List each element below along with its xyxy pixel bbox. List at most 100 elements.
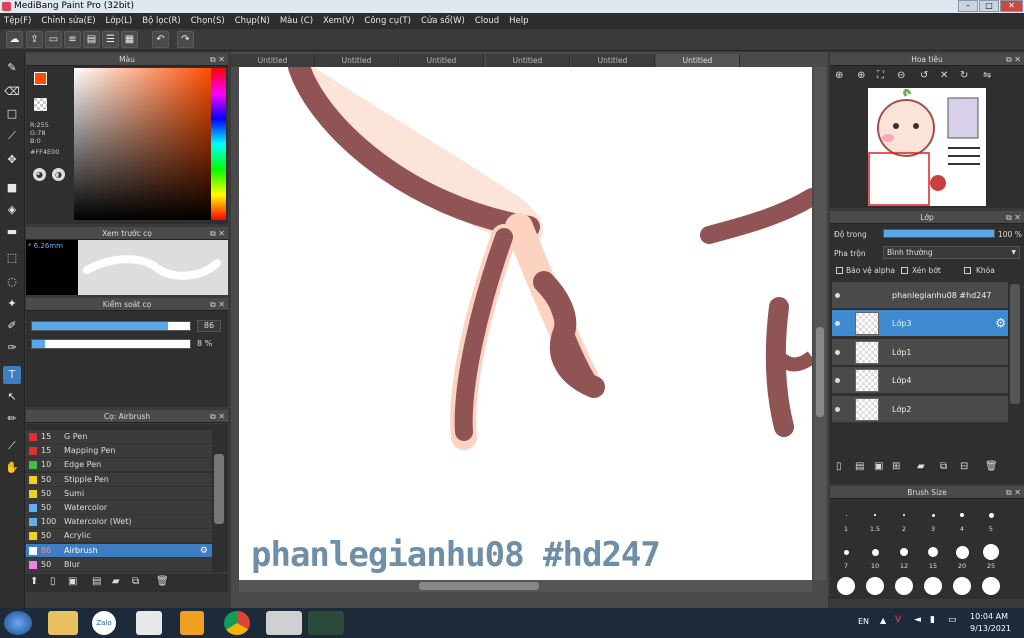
flip-icon[interactable]: ⇋ bbox=[983, 70, 991, 81]
visibility-icon[interactable] bbox=[835, 321, 840, 327]
menu-color[interactable]: Màu (C) bbox=[280, 16, 313, 26]
brush-list-item[interactable]: 50 Stipple Pen bbox=[26, 472, 212, 487]
gradient-tool-icon[interactable]: ▬ bbox=[3, 223, 21, 241]
layer-item[interactable]: Lớp1 bbox=[832, 338, 1008, 366]
cloud-icon[interactable]: ☁ bbox=[6, 31, 23, 48]
brush-size-slider[interactable] bbox=[31, 321, 191, 331]
copy-brush-icon[interactable]: ⧉ bbox=[132, 576, 139, 587]
brush-size-option[interactable]: 10 bbox=[861, 542, 889, 570]
divide-tool-icon[interactable]: ✏ bbox=[3, 410, 21, 428]
menu-cloud[interactable]: Cloud bbox=[475, 16, 499, 26]
redo-icon[interactable]: ↷ bbox=[177, 31, 194, 48]
panel-close-icon[interactable]: ⧉ ✕ bbox=[1006, 211, 1021, 224]
brush-size-option[interactable]: 7 bbox=[832, 542, 860, 570]
fill-rect-icon[interactable]: ■ bbox=[3, 179, 21, 197]
select-pen-icon[interactable]: ✐ bbox=[3, 317, 21, 335]
comment-icon[interactable]: ▭ bbox=[45, 31, 62, 48]
saturation-value-picker[interactable] bbox=[74, 68, 211, 220]
brush-list-item[interactable]: 50 Acrylic bbox=[26, 529, 212, 544]
brush-list-item[interactable]: 50 Blur bbox=[26, 557, 212, 572]
brush-size-dot[interactable] bbox=[982, 577, 1000, 595]
panel-close-icon[interactable]: ⧉ ✕ bbox=[210, 53, 225, 66]
hue-slider[interactable] bbox=[211, 68, 226, 220]
layer-item[interactable]: Lớp2 bbox=[832, 395, 1008, 423]
fit-screen-icon[interactable]: ⛶ bbox=[877, 70, 884, 81]
visibility-icon[interactable] bbox=[835, 406, 840, 412]
zoom-fit-in-icon[interactable]: ⊕ bbox=[857, 70, 865, 81]
list-icon[interactable]: ☰ bbox=[102, 31, 119, 48]
brush-size-dot[interactable] bbox=[953, 577, 971, 595]
document-tab[interactable]: Untitled bbox=[400, 54, 484, 67]
file-explorer-icon[interactable] bbox=[48, 611, 78, 635]
brush-size-option[interactable]: 1 bbox=[832, 505, 860, 533]
canvas-vertical-scrollbar[interactable] bbox=[814, 67, 826, 580]
layer-item[interactable]: Lớp4 bbox=[832, 367, 1008, 395]
visibility-icon[interactable] bbox=[835, 349, 840, 355]
brush-list-scrollbar[interactable] bbox=[214, 454, 224, 524]
eraser-tool-icon[interactable]: ⌫ bbox=[3, 83, 21, 101]
document-tab[interactable]: Untitled bbox=[571, 54, 655, 67]
brush-size-option[interactable]: 12 bbox=[890, 542, 918, 570]
zoom-out-icon[interactable]: ⊖ bbox=[897, 70, 905, 81]
notes-icon[interactable] bbox=[180, 611, 204, 635]
blend-mode-select[interactable]: Bình thường ▼ bbox=[883, 246, 1020, 259]
grid-icon[interactable]: ▦ bbox=[121, 31, 138, 48]
close-button[interactable]: ✕ bbox=[1000, 0, 1023, 12]
navigator-thumbnail[interactable] bbox=[868, 88, 986, 206]
minimize-button[interactable]: – bbox=[958, 0, 978, 12]
brush-list-item[interactable]: 15 G Pen bbox=[26, 430, 212, 444]
foreground-color-swatch[interactable] bbox=[34, 72, 47, 85]
brush-list-item[interactable]: 15 Mapping Pen bbox=[26, 444, 212, 459]
unikey-icon[interactable] bbox=[136, 611, 162, 635]
brush-list-item[interactable]: 100 Watercolor (Wet) bbox=[26, 515, 212, 530]
volume-icon[interactable]: ◄ bbox=[914, 615, 921, 625]
eyedropper-tool-icon[interactable]: ⟋ bbox=[3, 437, 21, 455]
menu-filter[interactable]: Bộ lọc(R) bbox=[142, 16, 181, 26]
medibang-task-icon[interactable] bbox=[266, 611, 302, 635]
panel-close-icon[interactable]: ⧉ ✕ bbox=[210, 227, 225, 240]
select-rect-icon[interactable]: ⬚ bbox=[3, 249, 21, 267]
brush-opacity-slider[interactable] bbox=[31, 339, 191, 349]
menu-snap[interactable]: Chụp(N) bbox=[235, 16, 270, 26]
lock-checkbox[interactable] bbox=[964, 267, 971, 274]
brush-size-option[interactable]: 15 bbox=[919, 542, 947, 570]
clock-time[interactable]: 10:04 AM bbox=[970, 612, 1008, 621]
rotate-left-icon[interactable]: ↺ bbox=[920, 70, 928, 81]
delete-layer-icon[interactable]: 🗑 bbox=[985, 461, 998, 472]
panel-close-icon[interactable]: ⧉ ✕ bbox=[210, 298, 225, 311]
duplicate-layer-icon[interactable]: ⧉ bbox=[940, 461, 947, 472]
note-icon[interactable]: ≡ bbox=[64, 31, 81, 48]
new-layer-icon[interactable]: ▯ bbox=[836, 461, 842, 472]
merge-layer-icon[interactable]: ⊟ bbox=[960, 461, 968, 472]
brush-list-item[interactable]: 10 Edge Pen bbox=[26, 458, 212, 473]
tray-chevron-icon[interactable]: ▲ bbox=[880, 616, 886, 625]
document-tab-active[interactable]: Untitled bbox=[656, 54, 740, 67]
bucket-tool-icon[interactable]: ◈ bbox=[3, 201, 21, 219]
document-tab[interactable]: Untitled bbox=[315, 54, 399, 67]
undo-icon[interactable]: ↶ bbox=[152, 31, 169, 48]
panel-close-icon[interactable]: ⧉ ✕ bbox=[1006, 486, 1021, 499]
maximize-button[interactable]: □ bbox=[979, 0, 999, 12]
new-8bit-layer-icon[interactable]: ▣ bbox=[874, 461, 883, 472]
menu-layer[interactable]: Lớp(L) bbox=[106, 16, 133, 26]
layer-settings-gear-icon[interactable]: ⚙ bbox=[995, 316, 1006, 330]
hand-tool-icon[interactable]: ✋ bbox=[3, 459, 21, 477]
layers-scrollbar[interactable] bbox=[1010, 284, 1020, 404]
brush-settings-gear-icon[interactable]: ⚙ bbox=[200, 544, 208, 558]
line-tool-icon[interactable]: ⟋ bbox=[3, 127, 21, 145]
protect-alpha-checkbox[interactable] bbox=[836, 267, 843, 274]
folder-icon[interactable]: ▰ bbox=[112, 576, 120, 587]
clock-date[interactable]: 9/13/2021 bbox=[970, 624, 1011, 633]
brush-size-dot[interactable] bbox=[837, 577, 855, 595]
shape-tool-icon[interactable]: □ bbox=[3, 105, 21, 123]
brush-list-item[interactable]: 86 Airbrush ⚙ bbox=[26, 543, 212, 558]
operation-tool-icon[interactable]: ↖ bbox=[3, 388, 21, 406]
delete-brush-icon[interactable]: 🗑 bbox=[156, 576, 169, 587]
battery-icon[interactable]: ▭ bbox=[948, 615, 957, 625]
document-tab[interactable]: Untitled bbox=[231, 54, 315, 67]
text-tool-icon[interactable]: T bbox=[3, 366, 21, 384]
menu-help[interactable]: Help bbox=[509, 16, 528, 26]
background-color-swatch[interactable] bbox=[34, 98, 47, 111]
upload-brush-icon[interactable]: ⬆ bbox=[30, 576, 38, 587]
menu-edit[interactable]: Chỉnh sửa(E) bbox=[41, 16, 95, 26]
